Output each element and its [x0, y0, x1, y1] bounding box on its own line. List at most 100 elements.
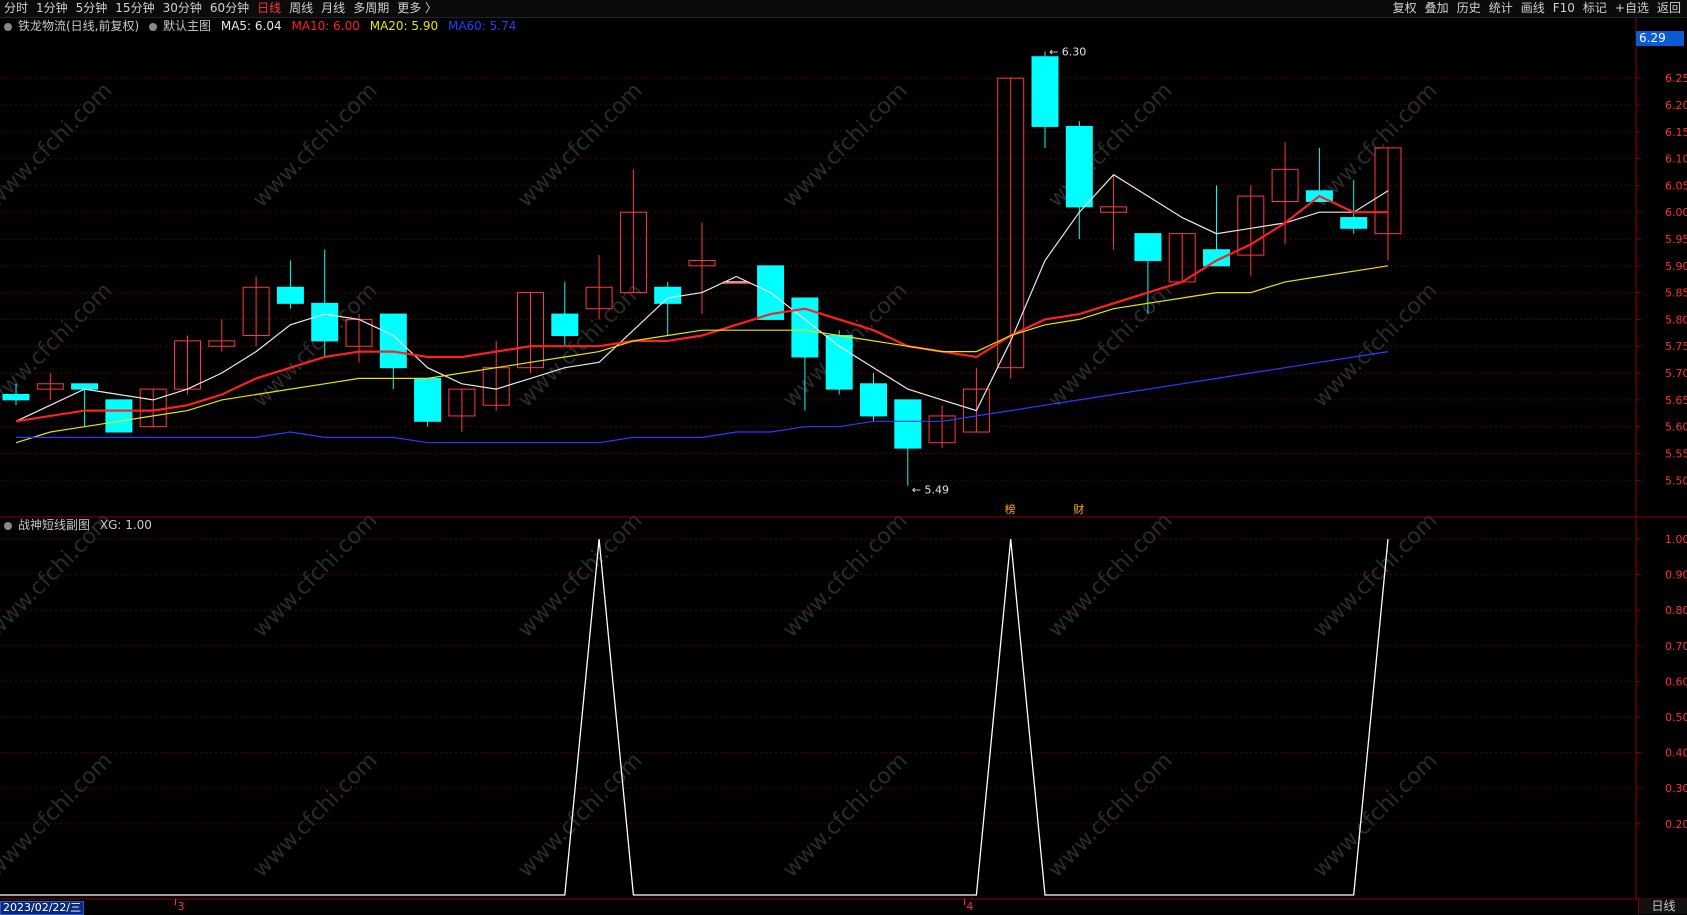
candle-body-down — [894, 399, 922, 449]
candles-layer — [2, 51, 1402, 486]
month-label: 4 — [966, 900, 973, 913]
watermark-text: www.cfchi.com — [1043, 508, 1177, 642]
period-toolbar: 分时 1分钟 5分钟 15分钟 30分钟 60分钟 日线 周线 月线 多周期 更多 〉 复权 叠加 历史… — [0, 0, 1687, 18]
indicator-tick-label: 0.50 — [1665, 711, 1687, 724]
event-mark: 财 — [1073, 502, 1084, 516]
watermark-text: www.cfchi.com — [513, 78, 647, 212]
watermark-text: www.cfchi.com — [1308, 278, 1442, 412]
period-tab-0[interactable]: 分时 — [0, 0, 32, 17]
watermark-text: www.cfchi.com — [513, 748, 647, 882]
period-tab-3[interactable]: 15分钟 — [111, 0, 158, 17]
price-tick-label: 5.95 — [1665, 233, 1687, 246]
candle-body-down — [2, 393, 30, 401]
price-tick-label: 5.80 — [1665, 313, 1687, 326]
period-tab-4[interactable]: 30分钟 — [159, 0, 206, 17]
candle-body-down — [860, 383, 887, 417]
candle-body-down — [71, 383, 99, 390]
price-tick-label: 5.60 — [1665, 421, 1687, 434]
month-label: 3 — [178, 900, 185, 913]
tool-button-2[interactable]: 历史 — [1453, 0, 1485, 17]
price-tick-label: 6.10 — [1665, 153, 1687, 166]
tool-button-5[interactable]: F10 — [1549, 0, 1579, 17]
stock-title[interactable]: 铁龙物流(日线,前复权) — [18, 19, 139, 33]
candle-body-down — [379, 313, 407, 369]
price-tick-label: 5.85 — [1665, 287, 1687, 300]
tool-button-8[interactable]: 返回 — [1653, 0, 1685, 17]
ma5-value: MA5: 6.04 — [220, 19, 282, 33]
tool-button-0[interactable]: 复权 — [1389, 0, 1421, 17]
tool-button-1[interactable]: 叠加 — [1421, 0, 1453, 17]
candle-body-down — [551, 313, 579, 337]
indicator-tick-label: 0.60 — [1665, 675, 1687, 688]
ma-line-ma60 — [16, 351, 1389, 444]
price-axis: 6.25 6.20 6.15 6.10 6.05 6.00 5.95 5.90 5.85 5.80… — [1636, 72, 1687, 487]
indicator-tick-label: 0.20 — [1665, 818, 1687, 831]
period-button[interactable]: 日线 — [1638, 899, 1687, 914]
tool-button-3[interactable]: 统计 — [1485, 0, 1517, 17]
price-tick-label: 6.00 — [1665, 206, 1687, 219]
watermark-text: www.cfchi.com — [778, 78, 912, 212]
watermark-text: www.cfchi.com — [0, 78, 118, 212]
indicator-tick-label: 0.40 — [1665, 747, 1687, 760]
candle-body-down — [791, 297, 819, 358]
period-tab-7[interactable]: 周线 — [285, 0, 317, 17]
period-tab-10[interactable]: 更多 〉 — [393, 0, 441, 17]
indicator-tick-label: 1.00 — [1665, 533, 1687, 546]
price-tick-label: 5.50 — [1665, 474, 1687, 487]
current-price-tag: 6.29 — [1636, 31, 1684, 46]
period-tab-9[interactable]: 多周期 — [349, 0, 393, 17]
candle-body-down — [654, 286, 682, 304]
indicator-tick-label: 0.30 — [1665, 782, 1687, 795]
watermark-text: www.cfchi.com — [778, 508, 912, 642]
watermark-text: www.cfchi.com — [1043, 78, 1177, 212]
candle-body-down — [1031, 56, 1059, 127]
indicator-tick-label: 0.80 — [1665, 604, 1687, 617]
watermark-text: www.cfchi.com — [513, 508, 647, 642]
settings-dot-icon[interactable] — [4, 22, 12, 31]
template-name[interactable]: 默认主图 — [163, 19, 211, 33]
price-tick-label: 5.90 — [1665, 260, 1687, 273]
indicator-name[interactable]: 战神短线副图 — [18, 518, 90, 532]
cursor-date-box: 2023/02/22/三 — [0, 901, 85, 915]
kline-chart[interactable]: www.cfchi.com www.cfchi.com www.cfchi.com w… — [0, 0, 1687, 914]
watermark-text: www.cfchi.com — [1043, 748, 1177, 882]
candle-body-down — [825, 335, 853, 390]
xg-line-layer — [0, 538, 1389, 896]
event-mark: 榜 — [1005, 502, 1016, 516]
ma20-value: MA20: 5.90 — [369, 19, 439, 33]
price-tick-label: 6.20 — [1665, 99, 1687, 112]
ma10-value: MA10: 6.00 — [291, 19, 360, 33]
watermark-text: www.cfchi.com — [1308, 748, 1442, 882]
indicator-tick-label: 0.70 — [1665, 640, 1687, 653]
watermark-text: www.cfchi.com — [248, 78, 382, 212]
watermark-text: www.cfchi.com — [778, 748, 912, 882]
tool-buttons: 复权 叠加 历史 统计 画线 F10 标记 +自选 返回 — [1389, 0, 1685, 17]
xg-value: XG: 1.00 — [99, 518, 152, 532]
period-tab-1[interactable]: 1分钟 — [32, 0, 72, 17]
indicator-tick-label: 0.90 — [1665, 569, 1687, 582]
watermark-text: www.cfchi.com — [1308, 508, 1442, 642]
main-chart-header: 铁龙物流(日线,前复权) 默认主图 MA5: 6.04 MA10: 6.00 M… — [4, 19, 522, 33]
period-tabs: 分时 1分钟 5分钟 15分钟 30分钟 60分钟 日线 周线 月线 多周期 更多 〉 — [0, 0, 441, 17]
tool-button-6[interactable]: 标记 — [1579, 0, 1611, 17]
price-tick-label: 6.15 — [1665, 126, 1687, 139]
template-dot-icon[interactable] — [149, 22, 158, 31]
price-tick-label: 5.55 — [1665, 447, 1687, 460]
tool-button-4[interactable]: 画线 — [1517, 0, 1549, 17]
period-tab-6[interactable]: 日线 — [253, 0, 285, 17]
candle-body-down — [1340, 217, 1368, 229]
candle-body-down — [414, 377, 442, 422]
period-tab-2[interactable]: 5分钟 — [72, 0, 112, 17]
indicator-dot-icon[interactable] — [4, 521, 12, 530]
price-tick-label: 6.05 — [1665, 179, 1687, 192]
extreme-price-label: ← 6.30 — [1049, 45, 1086, 58]
period-tab-8[interactable]: 月线 — [317, 0, 349, 17]
price-tick-label: 6.25 — [1665, 72, 1687, 85]
tool-button-7[interactable]: +自选 — [1611, 0, 1653, 17]
candle-body-down — [1065, 125, 1093, 208]
extreme-price-label: ← 5.49 — [912, 484, 949, 497]
candle-body-down — [105, 399, 133, 433]
watermark-text: www.cfchi.com — [0, 278, 118, 412]
period-tab-5[interactable]: 60分钟 — [206, 0, 253, 17]
sub-chart-header: 战神短线副图 XG: 1.00 — [4, 518, 158, 532]
